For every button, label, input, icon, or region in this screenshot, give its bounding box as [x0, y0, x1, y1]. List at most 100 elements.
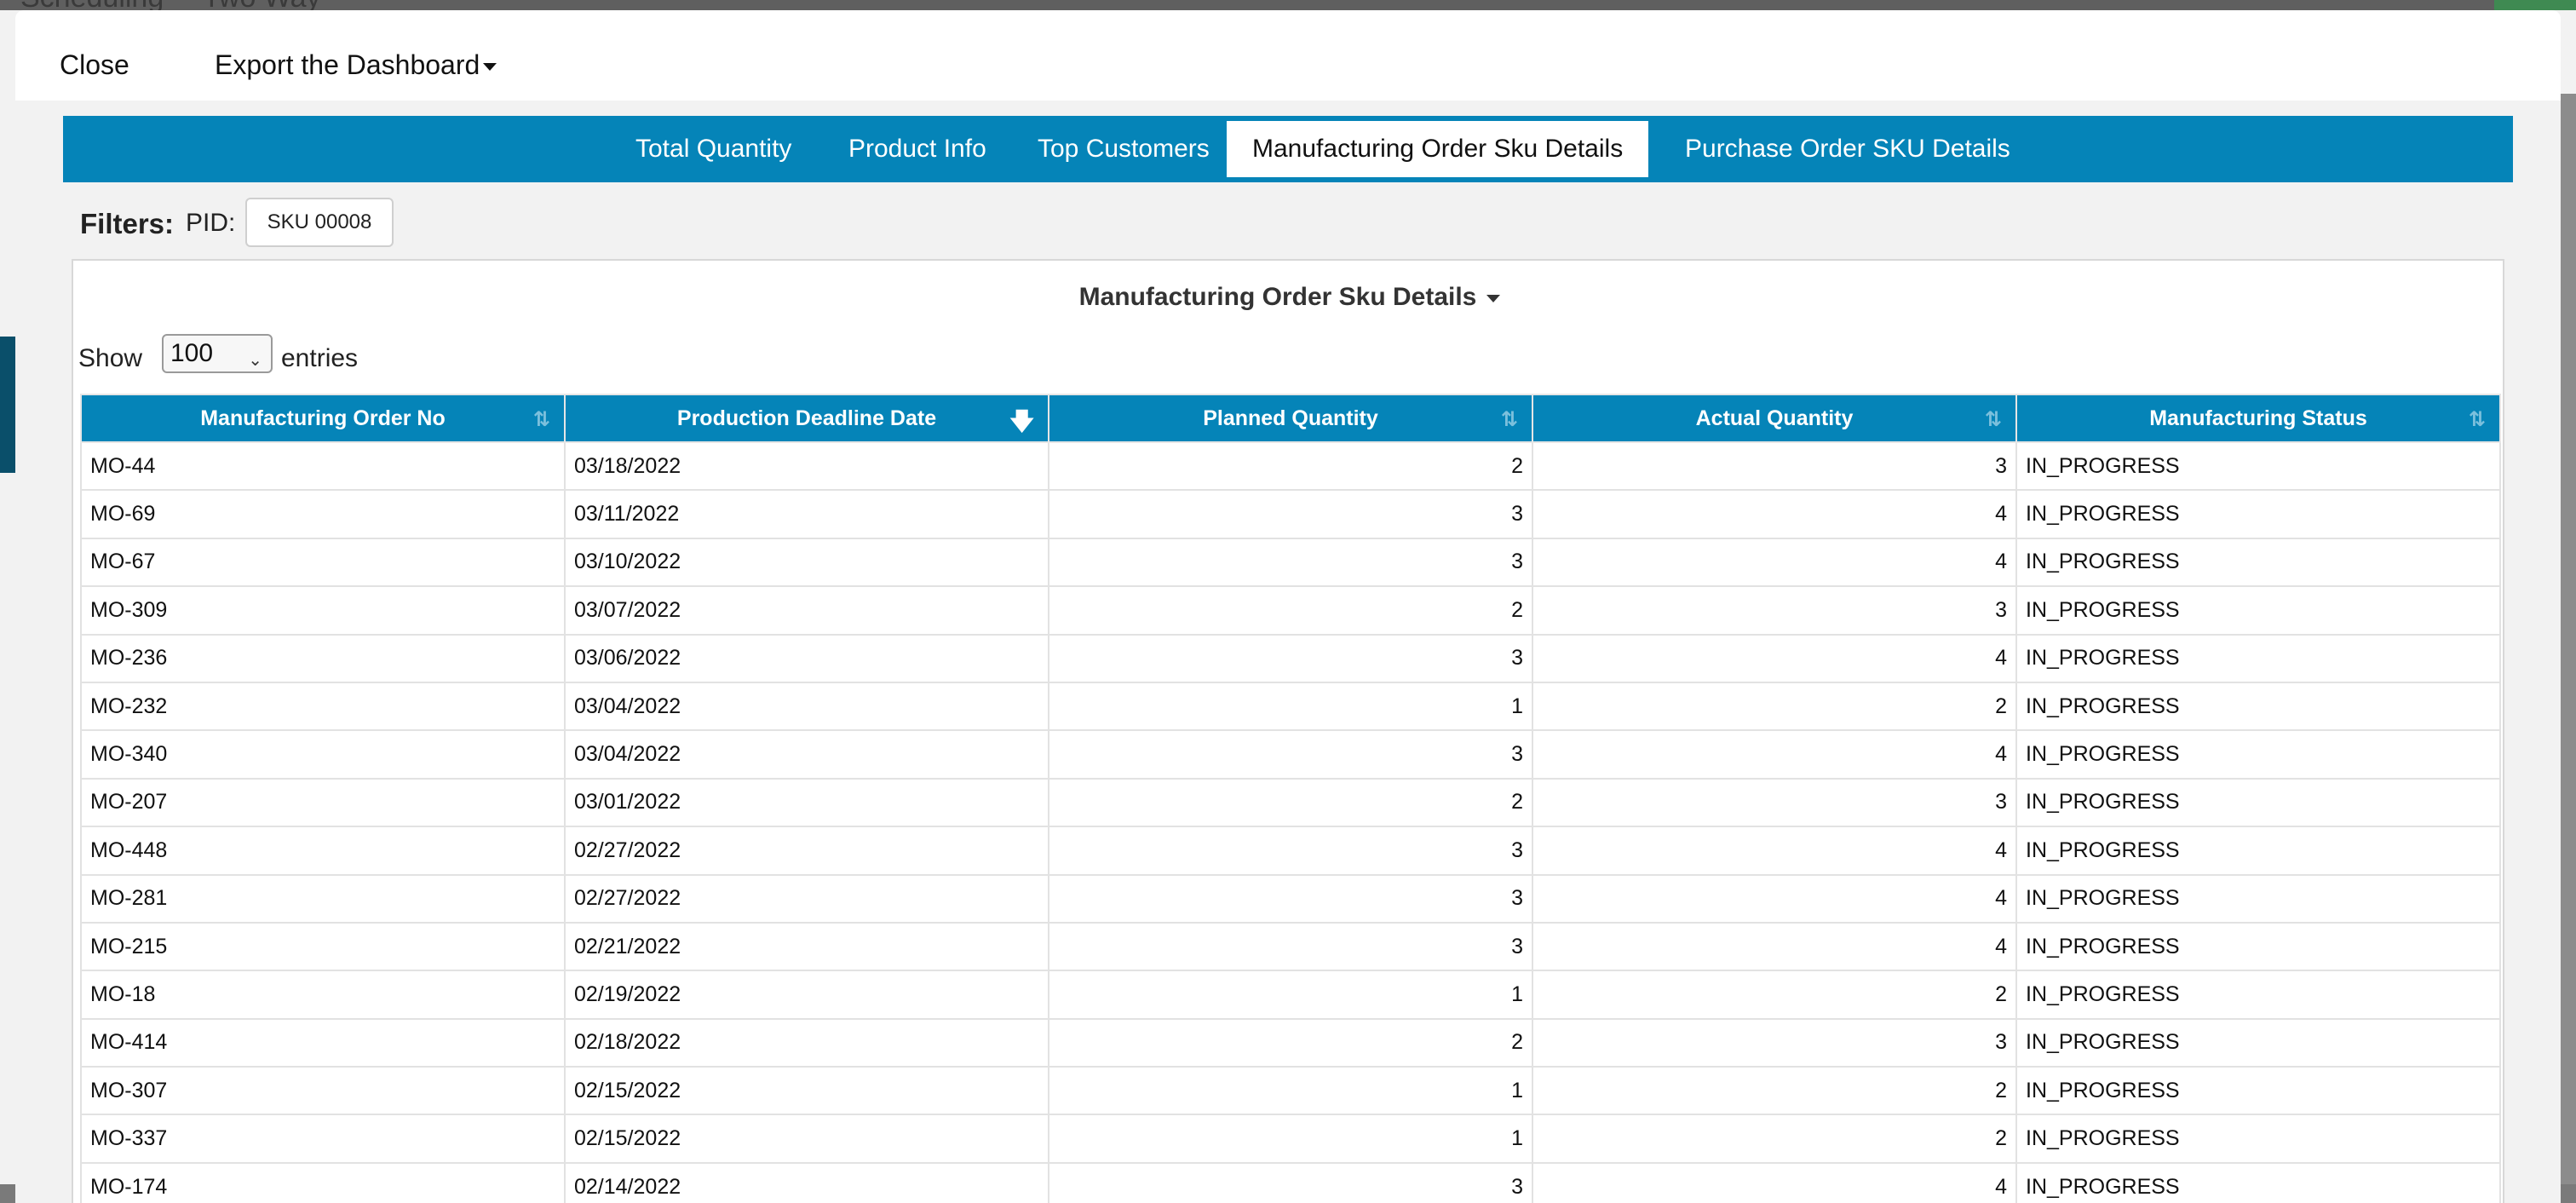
tab-purchase-order-sku-details[interactable]: Purchase Order SKU Details	[1659, 121, 2036, 177]
deadline-date-cell: 02/14/2022	[564, 1161, 1049, 1203]
table-row: MO-44 03/18/2022 2 3 IN_PROGRESS	[80, 440, 2501, 492]
show-label: Show	[78, 344, 143, 372]
order-no-cell: MO-236	[80, 633, 566, 683]
table-row: MO-69 03/11/2022 3 4 IN_PROGRESS	[80, 489, 2501, 539]
tab-total-quantity[interactable]: Total Quantity	[610, 121, 817, 177]
actual-quantity-cell: 2	[1532, 970, 2017, 1020]
status-cell: IN_PROGRESS	[2015, 1066, 2501, 1116]
planned-quantity-cell: 1	[1048, 1114, 1533, 1164]
order-no-cell: MO-340	[80, 729, 566, 780]
planned-quantity-cell: 2	[1048, 440, 1533, 492]
sort-icon: ⇅	[532, 408, 550, 431]
order-no-cell: MO-207	[80, 777, 566, 828]
chevron-down-icon: ⌄	[248, 351, 262, 370]
planned-quantity-cell: 3	[1048, 873, 1533, 924]
background-green-button	[2494, 0, 2576, 10]
pid-label: PID:	[186, 209, 236, 237]
status-cell: IN_PROGRESS	[2015, 537, 2501, 588]
deadline-date-cell: 03/11/2022	[564, 489, 1049, 539]
export-dashboard-dropdown[interactable]: Export the Dashboard	[215, 49, 497, 81]
dashboard-tabs: Total Quantity Product Info Top Customer…	[63, 116, 2513, 182]
actual-quantity-cell: 4	[1532, 826, 2017, 876]
order-no-cell: MO-232	[80, 681, 566, 732]
planned-quantity-cell: 1	[1048, 970, 1533, 1020]
status-cell: IN_PROGRESS	[2015, 489, 2501, 539]
sort-icon: ⇅	[1984, 408, 2002, 431]
background-left-band	[0, 337, 15, 473]
sort-icon: ⇅	[2468, 408, 2486, 431]
panel-title-dropdown[interactable]: Manufacturing Order Sku Details	[73, 283, 2506, 312]
planned-quantity-cell: 3	[1048, 729, 1533, 780]
column-header-manufacturing-order-no[interactable]: Manufacturing Order No ⇅	[80, 394, 566, 443]
order-no-cell: MO-18	[80, 970, 566, 1020]
column-header-label: Manufacturing Status	[2149, 406, 2367, 430]
mo-sku-table: Manufacturing Order No ⇅ Production Deadl…	[80, 394, 2501, 1203]
column-header-manufacturing-status[interactable]: Manufacturing Status ⇅	[2015, 394, 2501, 443]
entries-select-value: 100	[170, 339, 214, 367]
deadline-date-cell: 02/27/2022	[564, 826, 1049, 876]
table-row: MO-281 02/27/2022 3 4 IN_PROGRESS	[80, 873, 2501, 924]
status-cell: IN_PROGRESS	[2015, 633, 2501, 683]
actual-quantity-cell: 3	[1532, 777, 2017, 828]
planned-quantity-cell: 3	[1048, 921, 1533, 972]
column-header-label: Actual Quantity	[1695, 406, 1854, 430]
tab-top-customers[interactable]: Top Customers	[1012, 121, 1235, 177]
table-body: MO-44 03/18/2022 2 3 IN_PROGRESS MO-69 03/11/2…	[80, 440, 2501, 1203]
entries-per-page-select[interactable]: 100 ⌄	[162, 334, 273, 373]
status-cell: IN_PROGRESS	[2015, 921, 2501, 972]
table-row: MO-67 03/10/2022 3 4 IN_PROGRESS	[80, 537, 2501, 588]
status-cell: IN_PROGRESS	[2015, 970, 2501, 1020]
modal-header: Close Export the Dashboard	[15, 10, 2561, 101]
planned-quantity-cell: 2	[1048, 1017, 1533, 1068]
status-cell: IN_PROGRESS	[2015, 1161, 2501, 1203]
column-header-production-deadline-date[interactable]: Production Deadline Date 🡇	[564, 394, 1049, 443]
export-dashboard-label: Export the Dashboard	[215, 49, 480, 80]
actual-quantity-cell: 3	[1532, 440, 2017, 492]
planned-quantity-cell: 2	[1048, 777, 1533, 828]
column-header-label: Manufacturing Order No	[200, 406, 446, 430]
column-header-label: Planned Quantity	[1203, 406, 1378, 430]
deadline-date-cell: 03/04/2022	[564, 729, 1049, 780]
deadline-date-cell: 03/01/2022	[564, 777, 1049, 828]
column-header-planned-quantity[interactable]: Planned Quantity ⇅	[1048, 394, 1533, 443]
actual-quantity-cell: 4	[1532, 537, 2017, 588]
status-cell: IN_PROGRESS	[2015, 729, 2501, 780]
tab-product-info[interactable]: Product Info	[823, 121, 1012, 177]
table-row: MO-414 02/18/2022 2 3 IN_PROGRESS	[80, 1017, 2501, 1068]
table-header-row: Manufacturing Order No ⇅ Production Deadl…	[80, 394, 2501, 443]
dashboard-modal: Close Export the Dashboard Total Quantit…	[15, 10, 2561, 1203]
planned-quantity-cell: 3	[1048, 1161, 1533, 1203]
caret-down-icon	[1486, 294, 1501, 302]
table-row: MO-309 03/07/2022 2 3 IN_PROGRESS	[80, 585, 2501, 636]
entries-label: entries	[281, 344, 359, 372]
close-button[interactable]: Close	[60, 49, 129, 81]
table-row: MO-207 03/01/2022 2 3 IN_PROGRESS	[80, 777, 2501, 828]
deadline-date-cell: 02/27/2022	[564, 873, 1049, 924]
actual-quantity-cell: 4	[1532, 633, 2017, 683]
background-topbar	[0, 0, 2576, 10]
actual-quantity-cell: 2	[1532, 681, 2017, 732]
column-header-actual-quantity[interactable]: Actual Quantity ⇅	[1532, 394, 2017, 443]
order-no-cell: MO-44	[80, 440, 566, 492]
status-cell: IN_PROGRESS	[2015, 777, 2501, 828]
order-no-cell: MO-281	[80, 873, 566, 924]
tab-manufacturing-order-sku-details[interactable]: Manufacturing Order Sku Details	[1227, 121, 1649, 177]
planned-quantity-cell: 2	[1048, 585, 1533, 636]
deadline-date-cell: 03/04/2022	[564, 681, 1049, 732]
deadline-date-cell: 03/10/2022	[564, 537, 1049, 588]
table-row: MO-236 03/06/2022 3 4 IN_PROGRESS	[80, 633, 2501, 683]
status-cell: IN_PROGRESS	[2015, 440, 2501, 492]
table-row: MO-307 02/15/2022 1 2 IN_PROGRESS	[80, 1066, 2501, 1116]
table-row: MO-18 02/19/2022 1 2 IN_PROGRESS	[80, 970, 2501, 1020]
deadline-date-cell: 03/18/2022	[564, 440, 1049, 492]
table-row: MO-232 03/04/2022 1 2 IN_PROGRESS	[80, 681, 2501, 732]
status-cell: IN_PROGRESS	[2015, 1017, 2501, 1068]
table-row: MO-448 02/27/2022 3 4 IN_PROGRESS	[80, 826, 2501, 876]
pid-filter-chip[interactable]: SKU 00008	[245, 198, 394, 247]
caret-down-icon	[483, 63, 497, 72]
status-cell: IN_PROGRESS	[2015, 585, 2501, 636]
deadline-date-cell: 02/15/2022	[564, 1114, 1049, 1164]
deadline-date-cell: 02/15/2022	[564, 1066, 1049, 1116]
actual-quantity-cell: 4	[1532, 873, 2017, 924]
panel-title: Manufacturing Order Sku Details	[1078, 283, 1477, 311]
